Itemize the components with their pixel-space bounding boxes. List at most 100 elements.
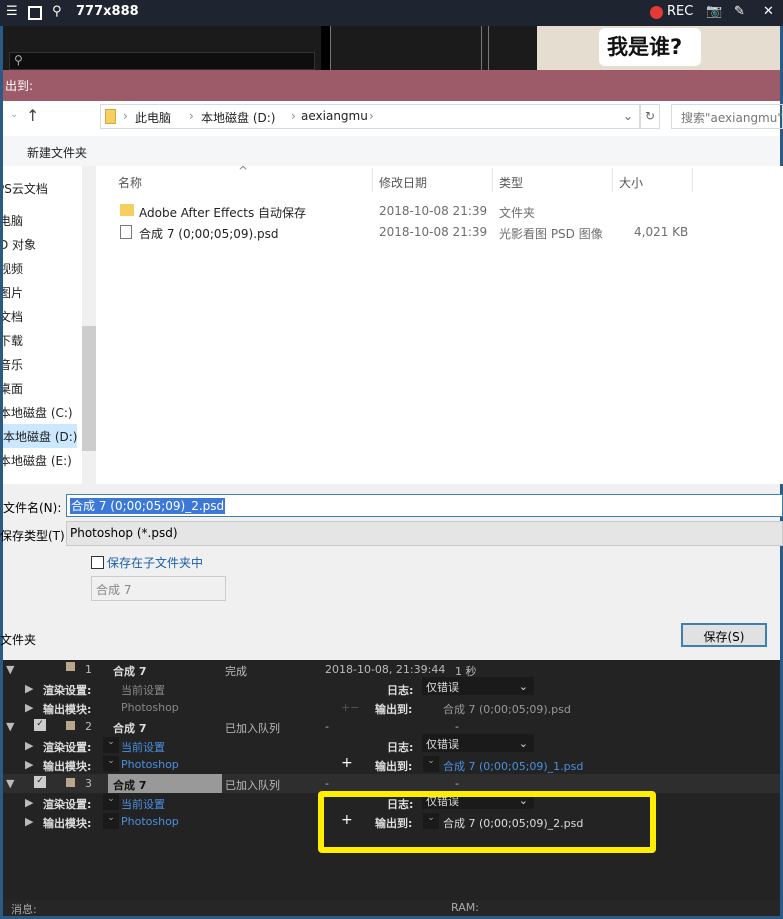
output-module-dropdown[interactable]: Photoshop: [121, 815, 179, 828]
text-label: 3: [85, 777, 92, 790]
output-path[interactable]: 合成 7 (0;00;05;09)_1.psd: [443, 758, 583, 774]
file-row[interactable]: Adobe After Effects 自动保存 2018-10-08 21:3…: [100, 202, 783, 222]
file-row[interactable]: 合成 7 (0;00;05;09).psd 2018-10-08 21:39 光…: [100, 223, 783, 243]
breadcrumb-item[interactable]: 此电脑: [135, 109, 171, 126]
render-checkbox[interactable]: ✓: [34, 776, 46, 788]
nav-scrollbar[interactable]: [82, 166, 96, 484]
history-chevron-icon[interactable]: ⌄: [10, 109, 18, 120]
expand-icon: ▼: [6, 663, 15, 676]
messages-label: 消息:: [11, 903, 37, 916]
scroll-thumb[interactable]: [82, 326, 96, 451]
breadcrumb-item[interactable]: aexiangmu: [301, 109, 368, 123]
text-label: -: [455, 777, 459, 790]
nav-item[interactable]: 下载: [3, 328, 77, 352]
render-settings-dropdown[interactable]: 当前设置: [121, 739, 165, 755]
queue-item[interactable]: ▼ ✓ 2 合成 7 已加入队列 - -: [3, 717, 780, 736]
element: [612, 168, 613, 192]
recorder-toolbar: ☰ ⚲ 777x888 REC 📷 ✎ ✕: [0, 0, 783, 26]
element: ⌄: [103, 737, 119, 753]
output-module-dropdown[interactable]: Photoshop: [121, 701, 179, 714]
chevron-down-icon[interactable]: ⌄: [623, 109, 633, 123]
log-select[interactable]: 仅错误 ⌄: [422, 734, 534, 752]
label-color-icon: [66, 721, 75, 730]
ruler: [321, 26, 331, 70]
folder-icon: [120, 204, 134, 216]
render-settings-dropdown[interactable]: 当前设置: [121, 682, 165, 698]
hide-folders-button[interactable]: 文件夹: [0, 631, 36, 648]
window-icon[interactable]: [28, 6, 42, 20]
render-settings-dropdown[interactable]: 当前设置: [121, 796, 165, 812]
search-input[interactable]: 搜索"aexiangmu": [671, 104, 783, 129]
text-label: 文件夹: [499, 206, 536, 220]
text-label: 渲染设置:: [43, 684, 92, 697]
menu-icon[interactable]: ☰: [6, 4, 18, 19]
rec-button[interactable]: REC: [667, 4, 693, 19]
nav-item[interactable]: 本地磁盘 (C:): [3, 400, 77, 424]
nav-item[interactable]: 文档: [3, 304, 77, 328]
nav-item[interactable]: PS云文档: [3, 176, 75, 200]
new-folder-button[interactable]: 新建文件夹: [27, 144, 87, 161]
highlight-box: [318, 791, 656, 853]
subfolder-input[interactable]: 合成 7: [91, 576, 226, 601]
dialog-toolbar: 新建文件夹: [3, 136, 780, 166]
element: ›: [369, 109, 374, 123]
breadcrumb-item[interactable]: 本地磁盘 (D:): [201, 109, 275, 126]
ae-search-icon[interactable]: ⚲: [9, 52, 315, 70]
text-label: -: [325, 777, 329, 790]
element: ▶: [25, 758, 34, 771]
status-bar: 消息: RAM:: [3, 900, 780, 916]
nav-item[interactable]: 电脑: [3, 208, 77, 232]
text-label: 日志:: [387, 741, 414, 754]
search-icon[interactable]: ⚲: [52, 4, 62, 19]
nav-item[interactable]: 视频: [3, 256, 77, 280]
camera-icon[interactable]: 📷: [706, 4, 722, 19]
ae-panel-top: ⚲ 我是谁?: [3, 26, 780, 70]
column-header-date[interactable]: 修改日期: [379, 174, 427, 191]
filename-input[interactable]: 合成 7 (0;00;05;09)_2.psd: [66, 494, 783, 517]
log-select[interactable]: 仅错误 ⌄: [422, 677, 534, 695]
element: ⌄: [423, 756, 439, 772]
queue-item[interactable]: ▼ 1 合成 7 完成 2018-10-08, 21:39:44 1 秒: [3, 660, 780, 679]
text-label: 4,021 KB: [634, 225, 689, 239]
nav-item-selected[interactable]: 本地磁盘 (D:): [3, 424, 77, 448]
add-output-icon[interactable]: +: [341, 755, 353, 771]
text-label: 日志:: [387, 684, 414, 697]
pen-icon[interactable]: ✎: [734, 4, 745, 19]
text-label: 输出模块:: [43, 703, 92, 716]
text-label: 已加入队列: [225, 722, 280, 735]
record-dot-icon: [650, 6, 663, 19]
nav-item[interactable]: 本地磁盘 (E:): [3, 448, 77, 472]
column-header-size[interactable]: 大小: [619, 174, 643, 191]
element: ▶ 渲染设置: 当前设置 日志: 仅错误 ⌄: [3, 677, 780, 698]
element: [492, 168, 493, 192]
column-header-name[interactable]: 名称: [118, 174, 142, 191]
address-bar[interactable]: › 此电脑 › 本地磁盘 (D:) › aexiangmu › ⌄: [100, 104, 640, 129]
up-arrow-icon[interactable]: ↑: [26, 106, 39, 125]
text-label: 合成 7: [113, 665, 147, 678]
text-label: 仅错误: [426, 681, 459, 694]
text-label: -: [325, 720, 329, 733]
save-button[interactable]: 保存(S): [681, 623, 767, 647]
output-path[interactable]: 合成 7 (0;00;05;09).psd: [443, 701, 571, 717]
nav-item[interactable]: 音乐: [3, 352, 77, 376]
folder-icon: [105, 109, 116, 124]
nav-item[interactable]: 图片: [3, 280, 77, 304]
subfolder-label[interactable]: 保存在子文件夹中: [107, 554, 203, 571]
text-label: 2018-10-08 21:39: [379, 225, 488, 239]
sort-arrow-icon: ^: [238, 164, 249, 178]
output-module-dropdown[interactable]: Photoshop: [121, 758, 179, 771]
text-label: 已加入队列: [225, 779, 280, 792]
subfolder-checkbox[interactable]: [91, 556, 104, 569]
text-label: 渲染设置:: [43, 741, 92, 754]
element: ›: [189, 109, 194, 123]
text-label: 输出模块:: [43, 817, 92, 830]
render-checkbox[interactable]: ✓: [34, 719, 46, 731]
speech-bubble: 我是谁?: [599, 28, 701, 66]
refresh-icon[interactable]: ↻: [640, 104, 660, 129]
column-header-type[interactable]: 类型: [499, 174, 523, 191]
element: ▶: [25, 815, 34, 828]
close-icon[interactable]: ✕: [763, 4, 774, 19]
nav-item[interactable]: 桌面: [3, 376, 77, 400]
nav-item[interactable]: D 对象: [3, 232, 77, 256]
filetype-select[interactable]: Photoshop (*.psd): [66, 521, 783, 546]
